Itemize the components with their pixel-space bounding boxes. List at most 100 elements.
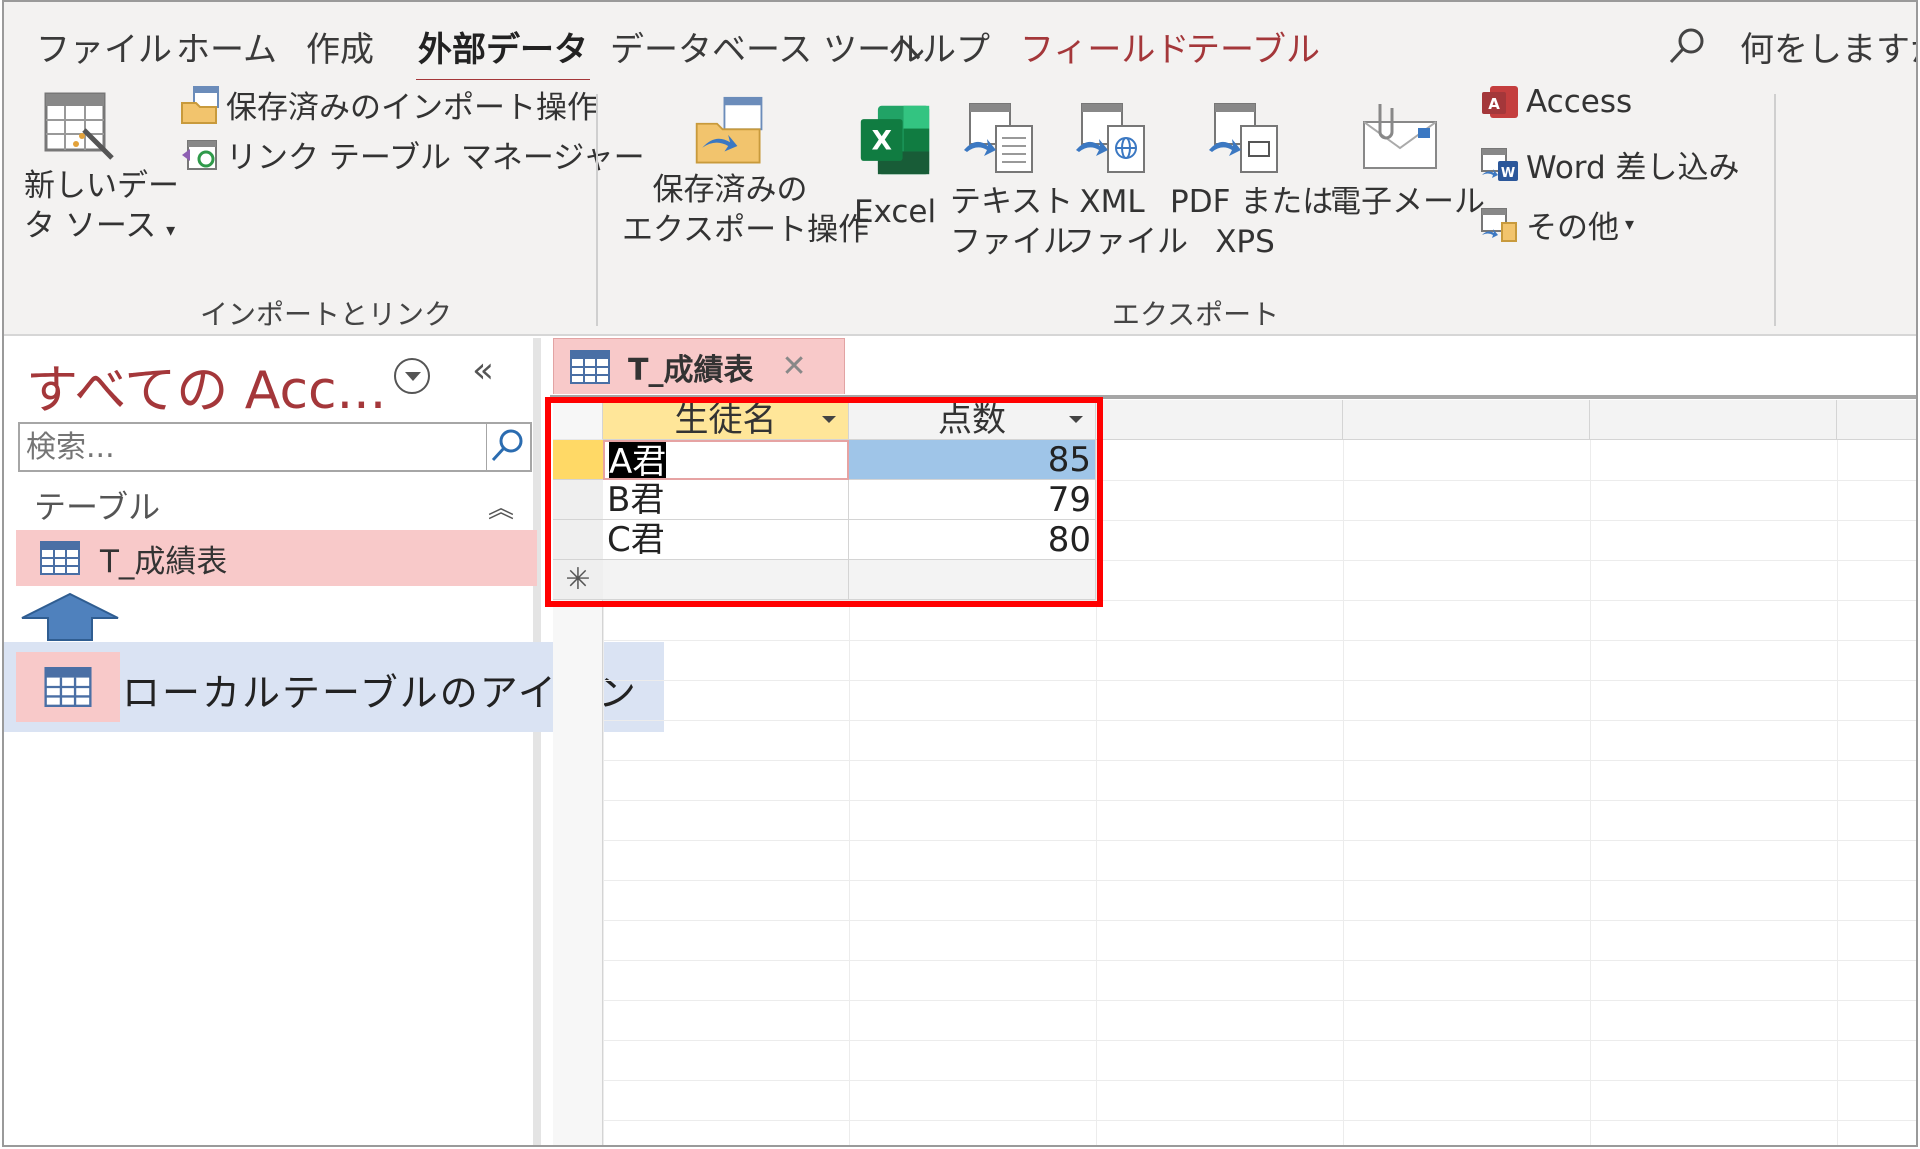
access-icon: A [1482, 86, 1518, 118]
linked-table-icon [182, 139, 217, 170]
record-selector[interactable] [553, 480, 603, 520]
text-export-icon [964, 103, 1033, 173]
nav-pane-dropdown-icon[interactable] [394, 358, 430, 394]
word-merge-button[interactable]: W Word 差し込み [1480, 142, 1740, 187]
nav-item-table[interactable]: T_成績表 [16, 530, 537, 586]
folder-import-icon [181, 85, 219, 124]
collapse-pane-icon[interactable]: « [472, 350, 494, 391]
ribbon-separator [1774, 94, 1776, 326]
ribbon-separator [596, 94, 598, 326]
new-record-cell[interactable] [603, 560, 849, 600]
svg-text:W: W [1501, 166, 1515, 181]
export-excel-button[interactable]: X Excel [850, 102, 940, 232]
grid-line [603, 1120, 1916, 1121]
table-cell-name[interactable]: A君 [603, 440, 849, 480]
export-xml-label-1: XML [1079, 184, 1145, 220]
export-pdf-label-2: XPS [1215, 224, 1275, 260]
tab-fields[interactable]: フィールド [1020, 22, 1189, 71]
table-cell-name[interactable]: B君 [603, 480, 849, 520]
svg-text:A: A [1488, 95, 1500, 113]
datasheet: 生徒名 点数 ✳ A君 85 B君 79 C君 80 [553, 400, 1916, 1145]
document-tab[interactable]: T_成績表 ✕ [553, 338, 845, 394]
grid-line [603, 680, 1916, 681]
empty-header-cell [1096, 400, 1343, 440]
export-text-button[interactable]: テキスト ファイル [950, 102, 1074, 262]
search-icon[interactable] [1667, 26, 1707, 66]
linked-table-manager-button[interactable]: リンク テーブル マネージャー [180, 132, 645, 177]
export-xml-label-2: ファイル [1064, 224, 1188, 260]
tab-help[interactable]: ヘルプ [888, 22, 990, 71]
export-access-label: Access [1526, 84, 1633, 120]
nav-search-input[interactable] [18, 422, 498, 472]
column-header-score[interactable]: 点数 [849, 400, 1096, 440]
nav-group-header[interactable]: テーブル [34, 482, 160, 528]
tab-database-tools[interactable]: データベース ツール [610, 22, 925, 71]
grid-line [603, 1080, 1916, 1081]
tab-external-data[interactable]: 外部データ [416, 22, 590, 83]
record-selector[interactable] [553, 520, 603, 560]
envelope-icon [1363, 104, 1437, 169]
close-icon[interactable]: ✕ [781, 349, 806, 384]
export-email-label: 電子メール [1330, 184, 1485, 220]
export-email-button[interactable]: 電子メール [1330, 98, 1485, 222]
export-excel-label: Excel [853, 194, 937, 230]
saved-imports-button[interactable]: 保存済みのインポート操作 [180, 82, 598, 127]
export-more-button[interactable]: その他 ▾ [1480, 202, 1634, 247]
export-text-label-2: ファイル [950, 224, 1074, 260]
empty-header-cell [1837, 400, 1916, 440]
new-record-selector[interactable]: ✳ [553, 560, 603, 600]
export-xml-button[interactable]: XML ファイル [1064, 102, 1188, 262]
saved-exports-label-2: エクスポート操作 [622, 212, 870, 248]
table-icon [40, 541, 80, 575]
ribbon-tab-bar: ファイル ホーム 作成 外部データ データベース ツール ヘルプ フィールド テ… [4, 2, 1916, 83]
table-wand-icon [44, 92, 114, 160]
table-cell-score[interactable]: 79 [849, 480, 1096, 520]
export-text-label-1: テキスト [950, 184, 1074, 220]
grid-line [1096, 440, 1097, 1145]
new-data-source-label-2: タ ソース ▾ [24, 208, 176, 244]
excel-icon: X [860, 105, 930, 175]
export-pdf-button[interactable]: PDF または XPS [1170, 102, 1334, 262]
new-data-source-button[interactable]: 新しいデー タ ソース ▾ [24, 86, 179, 251]
column-header-student-name[interactable]: 生徒名 [603, 400, 849, 440]
column-header-label: 生徒名 [674, 400, 777, 440]
chevron-up-icon[interactable]: ︽ [488, 488, 514, 525]
table-cell-score[interactable]: 85 [849, 440, 1096, 480]
record-selector[interactable] [553, 440, 603, 480]
table-cell-score[interactable]: 80 [849, 520, 1096, 560]
import-link-group-label: インポートとリンク [200, 298, 453, 331]
export-pdf-label-1: PDF または [1170, 184, 1334, 220]
nav-pane-title[interactable]: すべての Acc... [26, 348, 386, 423]
table-cell-name[interactable]: C君 [603, 520, 849, 560]
navigation-pane: すべての Acc... « テーブル ︽ T_成績表 [4, 338, 541, 1145]
svg-text:X: X [871, 126, 892, 157]
saved-imports-label: 保存済みのインポート操作 [226, 90, 598, 126]
more-export-icon [1481, 207, 1517, 242]
grid-line [603, 800, 1916, 801]
access-window: ファイル ホーム 作成 外部データ データベース ツール ヘルプ フィールド テ… [2, 0, 1918, 1147]
tab-file[interactable]: ファイル [36, 22, 172, 71]
column-dropdown-icon[interactable] [1069, 416, 1083, 423]
select-all-cell[interactable] [553, 400, 603, 440]
grid-line [1590, 440, 1591, 1145]
document-tab-divider [550, 395, 1916, 399]
grid-line [1343, 440, 1344, 1145]
grid-line [603, 760, 1916, 761]
column-dropdown-icon[interactable] [822, 416, 836, 423]
saved-exports-button[interactable]: 保存済みの エクスポート操作 [622, 96, 870, 250]
nav-search-button[interactable] [486, 422, 532, 472]
tell-me-box[interactable]: 何をしますか [1740, 22, 1916, 71]
tab-create[interactable]: 作成 [306, 22, 374, 71]
linked-table-manager-label: リンク テーブル マネージャー [226, 140, 645, 176]
saved-exports-label-1: 保存済みの [652, 172, 808, 208]
ribbon: 新しいデー タ ソース ▾ 保存済みのインポート操作 リンク テーブル マネージ… [4, 80, 1916, 336]
empty-header-cell [1590, 400, 1837, 440]
new-record-cell[interactable] [849, 560, 1096, 600]
tab-home[interactable]: ホーム [176, 22, 277, 71]
grid-line [603, 1040, 1916, 1041]
grid-line [603, 720, 1916, 721]
export-more-label: その他 [1526, 210, 1619, 246]
tab-table[interactable]: テーブル [1186, 22, 1320, 71]
new-data-source-label-1: 新しいデー [24, 168, 179, 204]
export-access-button[interactable]: A Access [1480, 82, 1632, 122]
